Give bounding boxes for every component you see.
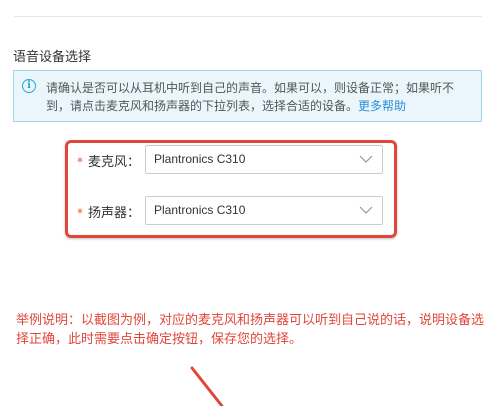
- chevron-down-icon: [359, 206, 373, 214]
- top-divider: [14, 16, 482, 17]
- info-alert: i 请确认是否可以从耳机中听到自己的声音。如果可以，则设备正常；如果听不到，请点…: [13, 70, 482, 122]
- microphone-label-text: 麦克风：: [88, 155, 141, 170]
- required-mark: *: [77, 206, 83, 220]
- speaker-label: * 扬声器：: [77, 202, 140, 221]
- info-text: 请确认是否可以从耳机中听到自己的声音。如果可以，则设备正常；如果听不到，请点击麦…: [46, 79, 466, 115]
- speaker-label-text: 扬声器：: [88, 206, 141, 221]
- required-mark: *: [77, 155, 83, 169]
- microphone-select-value: Plantronics C310: [154, 152, 246, 166]
- info-icon: i: [22, 79, 36, 93]
- section-title: 语音设备选择: [13, 50, 92, 65]
- speaker-select-value: Plantronics C310: [154, 203, 246, 217]
- annotation-note: 举例说明：以截图为例，对应的麦克风和扬声器可以听到自己说的话，说明设备选择正确，…: [16, 313, 485, 347]
- annotation-arrow-icon: [190, 366, 224, 406]
- microphone-select[interactable]: Plantronics C310: [145, 145, 383, 174]
- chevron-down-icon: [359, 155, 373, 163]
- speaker-select[interactable]: Plantronics C310: [145, 196, 383, 225]
- more-help-link[interactable]: 更多帮助: [358, 99, 406, 113]
- microphone-label: * 麦克风：: [77, 151, 140, 170]
